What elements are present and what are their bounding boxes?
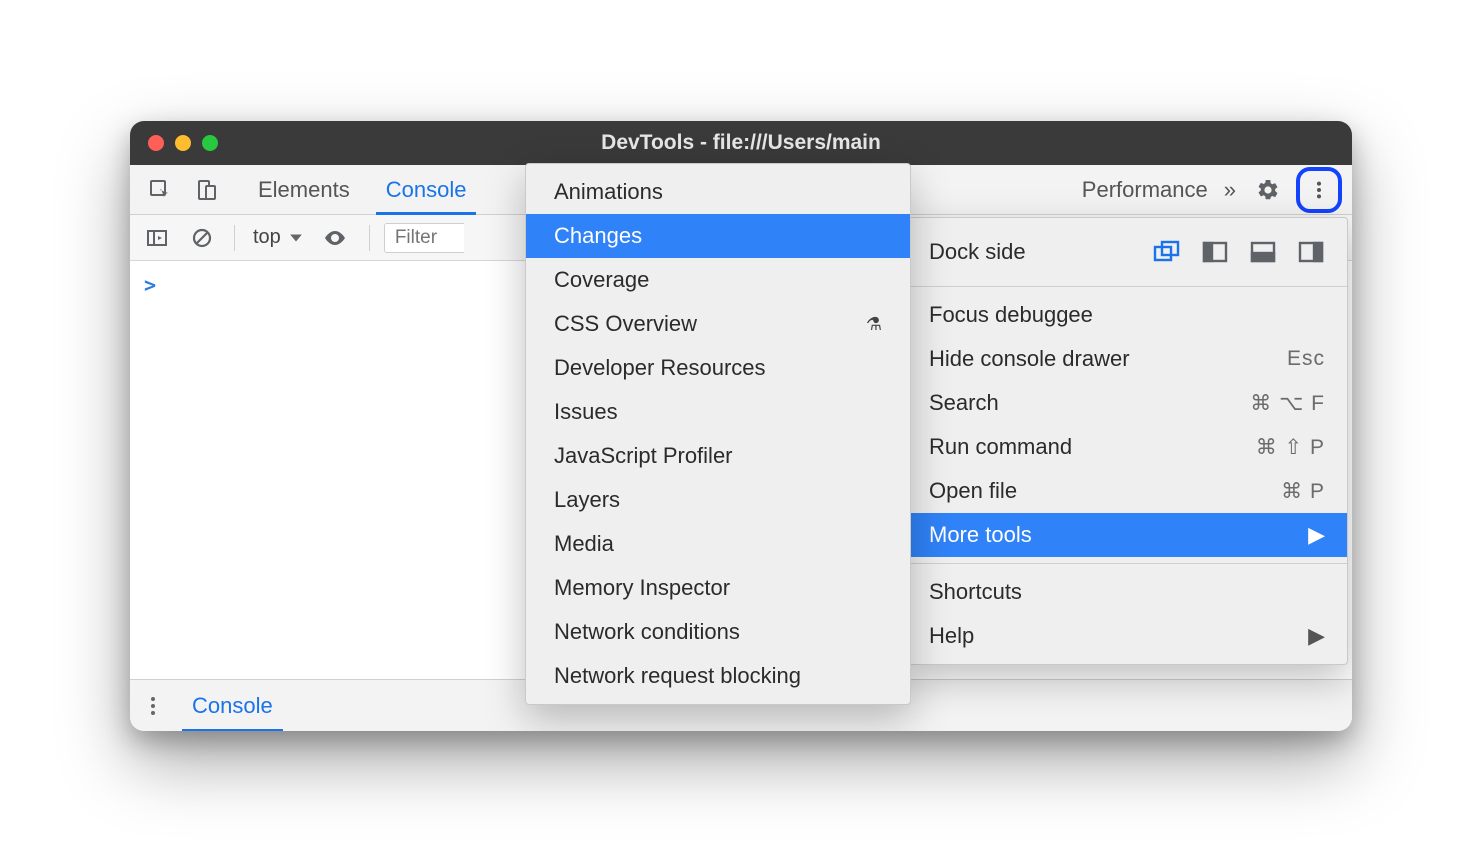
submenu-css-overview[interactable]: CSS Overview⚗	[526, 302, 910, 346]
traffic-lights	[148, 135, 218, 151]
more-options-kebab-icon[interactable]	[1296, 167, 1342, 213]
menu-more-tools[interactable]: More tools▶	[907, 513, 1347, 557]
submenu-developer-resources[interactable]: Developer Resources	[526, 346, 910, 390]
submenu-network-conditions[interactable]: Network conditions	[526, 610, 910, 654]
tab-performance[interactable]: Performance	[1064, 165, 1214, 214]
drawer-kebab-icon[interactable]	[130, 680, 176, 731]
experiment-flask-icon: ⚗	[866, 314, 882, 335]
submenu-memory-inspector[interactable]: Memory Inspector	[526, 566, 910, 610]
more-tools-submenu: Animations Changes Coverage CSS Overview…	[525, 163, 911, 705]
dock-undock-icon[interactable]	[1153, 240, 1181, 264]
context-value: top	[253, 226, 281, 249]
inspect-element-icon[interactable]	[138, 165, 182, 214]
submenu-arrow-icon: ▶	[1308, 623, 1325, 649]
settings-gear-icon[interactable]	[1246, 165, 1290, 214]
dock-left-icon[interactable]	[1201, 240, 1229, 264]
submenu-animations[interactable]: Animations	[526, 170, 910, 214]
menu-search[interactable]: Search⌘ ⌥ F	[907, 381, 1347, 425]
submenu-coverage[interactable]: Coverage	[526, 258, 910, 302]
window-close-icon[interactable]	[148, 135, 164, 151]
console-prompt-icon: >	[144, 273, 156, 297]
window-title: DevTools - file:///Users/main	[130, 131, 1352, 155]
dock-side-label: Dock side	[929, 239, 1135, 265]
submenu-issues[interactable]: Issues	[526, 390, 910, 434]
dock-bottom-icon[interactable]	[1249, 240, 1277, 264]
submenu-arrow-icon: ▶	[1308, 522, 1325, 548]
menu-dock-side: Dock side	[907, 224, 1347, 280]
toggle-sidebar-icon[interactable]	[138, 215, 176, 260]
drawer-tab-console[interactable]: Console	[176, 680, 289, 731]
tabs-overflow[interactable]: »	[1214, 165, 1246, 214]
tab-elements[interactable]: Elements	[240, 165, 368, 214]
filter-input[interactable]	[384, 223, 464, 253]
menu-run-command[interactable]: Run command⌘ ⇧ P	[907, 425, 1347, 469]
separator	[369, 225, 370, 251]
main-menu: Dock side Focus debuggee Hide console dr…	[906, 217, 1348, 665]
devtools-window: DevTools - file:///Users/main Elements C…	[130, 121, 1352, 731]
dock-right-icon[interactable]	[1297, 240, 1325, 264]
menu-open-file[interactable]: Open file⌘ P	[907, 469, 1347, 513]
chevron-down-icon	[289, 232, 303, 244]
tab-console[interactable]: Console	[368, 165, 485, 214]
titlebar: DevTools - file:///Users/main	[130, 121, 1352, 165]
menu-separator	[907, 563, 1347, 564]
context-selector[interactable]: top	[249, 226, 307, 249]
live-expression-eye-icon[interactable]	[315, 215, 355, 260]
submenu-network-request-blocking[interactable]: Network request blocking	[526, 654, 910, 698]
submenu-layers[interactable]: Layers	[526, 478, 910, 522]
menu-shortcuts[interactable]: Shortcuts	[907, 570, 1347, 614]
menu-help[interactable]: Help▶	[907, 614, 1347, 658]
separator	[234, 225, 235, 251]
menu-separator	[907, 286, 1347, 287]
submenu-javascript-profiler[interactable]: JavaScript Profiler	[526, 434, 910, 478]
window-minimize-icon[interactable]	[175, 135, 191, 151]
menu-focus-debuggee[interactable]: Focus debuggee	[907, 293, 1347, 337]
menu-hide-console-drawer[interactable]: Hide console drawerEsc	[907, 337, 1347, 381]
clear-console-icon[interactable]	[184, 215, 220, 260]
submenu-changes[interactable]: Changes	[526, 214, 910, 258]
window-maximize-icon[interactable]	[202, 135, 218, 151]
device-toolbar-icon[interactable]	[184, 165, 228, 214]
submenu-media[interactable]: Media	[526, 522, 910, 566]
